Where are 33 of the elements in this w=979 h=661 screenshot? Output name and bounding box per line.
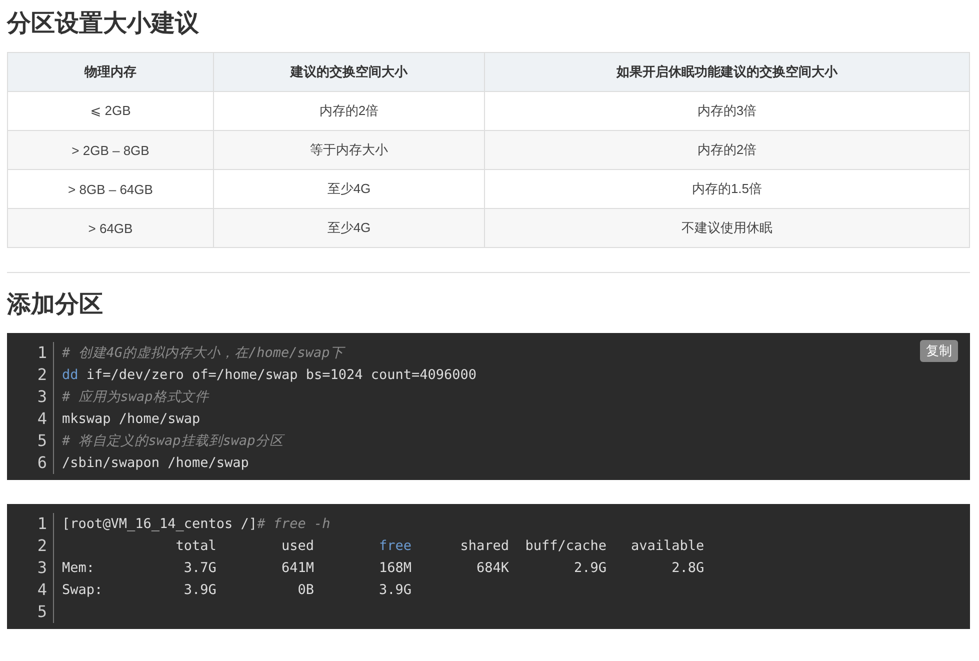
table-cell: 不建议使用休眠 [484,208,970,248]
code-line: # 创建4G的虚拟内存大小，在/home/swap下 [62,344,346,363]
code-line: Swap: 3.9G 0B 3.9G [62,581,412,600]
code-line: # 应用为swap格式文件 [62,388,210,407]
line-number: 2 [36,535,47,557]
line-number: 3 [36,386,47,408]
line-number: 6 [36,452,47,474]
line-number: 5 [36,601,47,623]
table-cell: 内存的2倍 [484,130,970,170]
line-number: 4 [36,579,47,601]
code-line: total used free shared buff/cache available [174,537,704,556]
section-heading: 分区设置大小建议 [7,9,200,39]
line-number: 4 [36,408,47,430]
table-cell: > 2GB – 8GB [8,130,214,170]
column-header: 建议的交换空间大小 [214,52,484,92]
line-number: 2 [36,364,47,386]
copy-button[interactable]: 复制 [920,340,958,362]
code-line: mkswap /home/swap [62,410,202,429]
table-cell: 等于内存大小 [214,130,484,170]
code-line: /sbin/swapon /home/swap [62,454,250,473]
line-number: 3 [36,557,47,579]
line-number: 5 [36,430,47,452]
code-line: [root@VM_16_14_centos /]# free -h [62,515,332,534]
column-header: 如果开启休眠功能建议的交换空间大小 [484,52,970,92]
line-number: 1 [36,513,47,535]
code-line: dd if=/dev/zero of=/home/swap bs=1024 count=4096000 [62,366,477,385]
table-cell: > 64GB [8,208,214,248]
code-line: # 将自定义的swap挂载到swap分区 [62,432,286,451]
code-line: Mem: 3.7G 641M 168M 684K 2.9G 2.8G [62,559,704,578]
line-number: 1 [36,342,47,364]
column-header: 物理内存 [8,52,214,92]
table-cell: 至少4G [214,208,484,248]
section-heading: 添加分区 [7,290,104,320]
